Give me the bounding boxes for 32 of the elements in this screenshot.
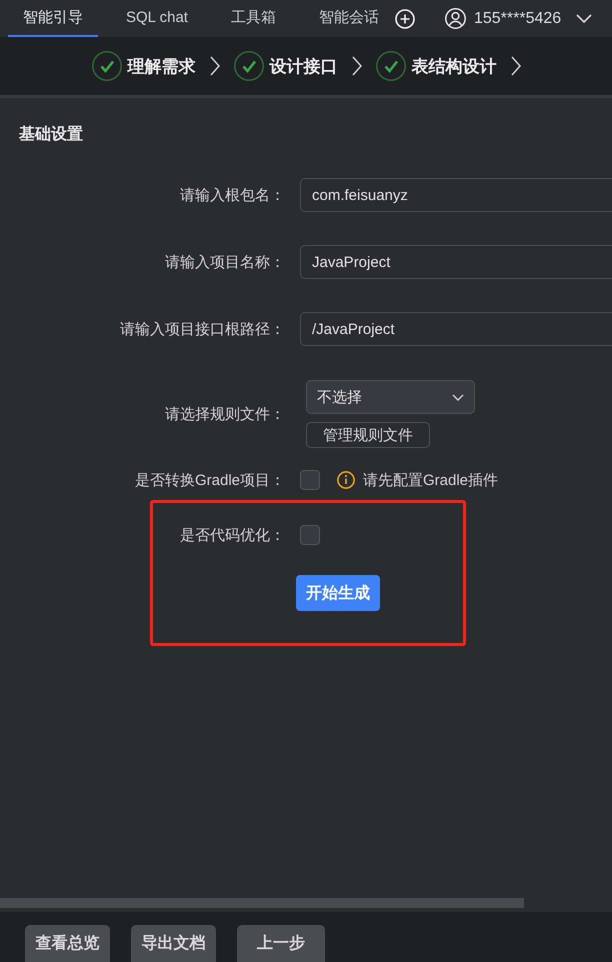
tab[interactable]: 工具箱 [216,0,291,37]
info-icon [337,471,355,489]
section-title: 基础设置 [19,125,83,145]
footer-button[interactable]: 查看总览 [25,925,110,962]
checkbox[interactable] [300,470,320,490]
hint-text: 请先配置Gradle插件 [363,470,498,490]
field-label: 请输入根包名： [179,186,285,204]
field-label: 是否代码优化： [179,526,285,544]
footer-button[interactable]: 导出文档 [131,925,216,962]
field-label: 请输入项目名称： [164,252,285,272]
tab[interactable]: SQL chat [111,0,203,37]
tab[interactable]: 智能会话 [304,0,394,37]
account-name[interactable]: 155****5426 [474,10,562,28]
field-label: 请选择规则文件： [164,404,285,424]
footer-button[interactable]: 上一步 [237,925,325,962]
rule-file-select[interactable]: 不选择 [306,380,475,414]
user-icon[interactable] [444,8,466,29]
scrollbar-thumb[interactable] [0,898,524,908]
manage-rules-button[interactable]: 管理规则文件 [306,422,430,448]
field-label: 是否转换Gradle项目： [134,470,285,490]
step-label: 表结构设计 [412,56,496,78]
step-label: 理解需求 [128,56,196,78]
checkbox[interactable] [300,525,320,545]
text-input[interactable]: /JavaProject [300,312,612,346]
chevron-down-icon [452,394,464,400]
text-input[interactable]: com.feisuanyz [300,178,612,212]
step-label: 设计接口 [270,56,338,78]
field-label: 请输入项目接口根路径： [119,320,285,338]
chevron-down-icon[interactable] [576,14,592,23]
generate-button[interactable]: 开始生成 [296,575,380,611]
plus-icon[interactable] [394,8,415,28]
text-input[interactable]: JavaProject [300,245,612,279]
